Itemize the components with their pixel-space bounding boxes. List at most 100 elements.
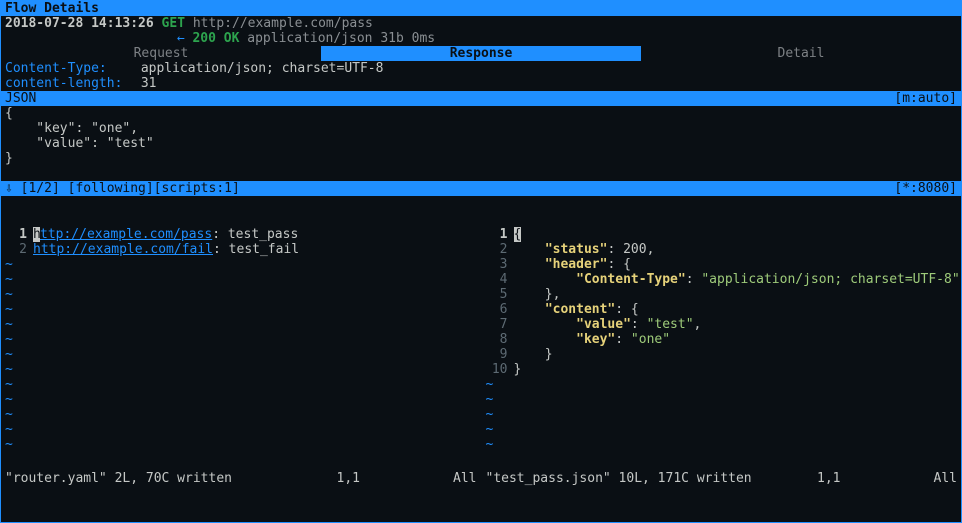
buffer-empty: ~ bbox=[486, 392, 958, 407]
buffer-line: 6 "content": { bbox=[486, 302, 958, 317]
status-pos: 1,1 bbox=[817, 471, 917, 486]
buffer-line: 7 "value": "test", bbox=[486, 317, 958, 332]
line-number: 5 bbox=[486, 287, 508, 302]
buffer-empty: ~ bbox=[5, 272, 477, 287]
json-key: "content" bbox=[545, 302, 615, 317]
buffer-empty: ~ bbox=[5, 347, 477, 362]
flow-url: http://example.com/pass bbox=[193, 16, 373, 31]
buffer-line: 2 http://example.com/fail: test_fail bbox=[5, 242, 477, 257]
buffer-line: 2 "status": 200, bbox=[486, 242, 958, 257]
body-format-label: JSON bbox=[5, 91, 36, 106]
cursor: { bbox=[514, 227, 521, 242]
tab-detail[interactable]: Detail bbox=[641, 46, 961, 61]
buffer-line: 1{ bbox=[486, 227, 958, 242]
status-msg: "router.yaml" 2L, 70C written bbox=[5, 471, 337, 486]
flow-method: GET bbox=[162, 16, 185, 31]
status-pct: All bbox=[437, 471, 477, 486]
editor-split: 1http://example.com/pass: test_pass2http… bbox=[1, 226, 961, 486]
json-string: "one" bbox=[631, 332, 670, 347]
json-punct: }, bbox=[514, 287, 561, 302]
line-number: 8 bbox=[486, 332, 508, 347]
json-punct: } bbox=[514, 347, 553, 362]
line-number: 4 bbox=[486, 272, 508, 287]
status-left: ⇩ [1/2] [following][scripts:1] bbox=[5, 181, 240, 196]
cursor: h bbox=[33, 227, 40, 242]
body-format-bar: JSON [m:auto] bbox=[1, 91, 961, 106]
response-body: { "key": "one", "value": "test" } bbox=[1, 106, 961, 181]
line-rest: : test_fail bbox=[213, 242, 299, 257]
buffer-line: 8 "key": "one" bbox=[486, 332, 958, 347]
vim-status-right: "test_pass.json" 10L, 171C written 1,1 A… bbox=[482, 471, 962, 486]
header-value: application/json; charset=UTF-8 bbox=[141, 61, 384, 76]
vim-status-left: "router.yaml" 2L, 70C written 1,1 All bbox=[1, 471, 481, 486]
buffer-empty: ~ bbox=[5, 332, 477, 347]
buffer-empty: ~ bbox=[5, 302, 477, 317]
buffer-empty: ~ bbox=[5, 407, 477, 422]
line-number: 3 bbox=[486, 257, 508, 272]
url-text: http://example.com/fail bbox=[33, 242, 213, 257]
header-key: content-length: bbox=[5, 76, 133, 91]
mitm-status-bar: ⇩ [1/2] [following][scripts:1] [*:8080] bbox=[1, 181, 961, 196]
buffer-empty: ~ bbox=[5, 362, 477, 377]
flow-status: 200 OK bbox=[192, 31, 239, 46]
buffer-empty: ~ bbox=[5, 377, 477, 392]
json-key: "key" bbox=[576, 332, 615, 347]
buffer-empty: ~ bbox=[486, 437, 958, 452]
flow-summary: 2018-07-28 14:13:26 GET http://example.c… bbox=[1, 16, 961, 31]
flow-timestamp: 2018-07-28 14:13:26 bbox=[5, 16, 154, 31]
json-key: "header" bbox=[545, 257, 608, 272]
header-row: content-length: 31 bbox=[1, 76, 961, 91]
line-number: 1 bbox=[5, 227, 27, 242]
flow-response-line: ← 200 OK application/json 31b 0ms bbox=[1, 31, 961, 46]
detail-tabs: Request Response Detail bbox=[1, 46, 961, 61]
json-string: "application/json; charset=UTF-8" bbox=[701, 272, 959, 287]
buffer-line: 3 "header": { bbox=[486, 257, 958, 272]
status-pct: All bbox=[917, 471, 957, 486]
buffer-empty: ~ bbox=[486, 377, 958, 392]
buffer-line: 10} bbox=[486, 362, 958, 377]
json-key: "Content-Type" bbox=[576, 272, 686, 287]
line-number: 6 bbox=[486, 302, 508, 317]
line-number: 10 bbox=[486, 362, 508, 377]
status-right: [*:8080] bbox=[894, 181, 957, 196]
header-row: Content-Type: application/json; charset=… bbox=[1, 61, 961, 76]
separator bbox=[1, 196, 961, 226]
buffer-empty: ~ bbox=[5, 422, 477, 437]
line-number: 2 bbox=[5, 242, 27, 257]
buffer-empty: ~ bbox=[5, 437, 477, 452]
buffer-right[interactable]: 1{2 "status": 200,3 "header": {4 "Conten… bbox=[482, 227, 962, 471]
header-value: 31 bbox=[141, 76, 157, 91]
json-string: "test" bbox=[647, 317, 694, 332]
buffer-line: 9 } bbox=[486, 347, 958, 362]
editor-pane-right[interactable]: 1{2 "status": 200,3 "header": {4 "Conten… bbox=[481, 227, 962, 486]
line-number: 9 bbox=[486, 347, 508, 362]
buffer-line: 5 }, bbox=[486, 287, 958, 302]
buffer-empty: ~ bbox=[5, 287, 477, 302]
buffer-line: 1http://example.com/pass: test_pass bbox=[5, 227, 477, 242]
line-rest: : test_pass bbox=[212, 227, 298, 242]
buffer-empty: ~ bbox=[5, 317, 477, 332]
status-pos: 1,1 bbox=[337, 471, 437, 486]
json-number: 200 bbox=[623, 242, 646, 257]
editor-pane-left[interactable]: 1http://example.com/pass: test_pass2http… bbox=[1, 227, 481, 486]
tab-request[interactable]: Request bbox=[1, 46, 321, 61]
buffer-empty: ~ bbox=[486, 407, 958, 422]
header-key: Content-Type: bbox=[5, 61, 133, 76]
flow-resp-meta: application/json 31b 0ms bbox=[247, 31, 435, 46]
body-format-mode[interactable]: [m:auto] bbox=[894, 91, 957, 106]
buffer-empty: ~ bbox=[486, 422, 958, 437]
arrow-icon: ← bbox=[177, 31, 185, 46]
url-text: ttp://example.com/pass bbox=[40, 227, 212, 242]
buffer-left[interactable]: 1http://example.com/pass: test_pass2http… bbox=[1, 227, 481, 471]
json-key: "value" bbox=[576, 317, 631, 332]
line-number: 7 bbox=[486, 317, 508, 332]
line-number: 2 bbox=[486, 242, 508, 257]
status-msg: "test_pass.json" 10L, 171C written bbox=[486, 471, 818, 486]
panel-title: Flow Details bbox=[1, 1, 961, 16]
tab-response[interactable]: Response bbox=[321, 46, 641, 61]
buffer-empty: ~ bbox=[5, 392, 477, 407]
json-punct: } bbox=[514, 362, 522, 377]
line-number: 1 bbox=[486, 227, 508, 242]
buffer-empty: ~ bbox=[5, 257, 477, 272]
buffer-line: 4 "Content-Type": "application/json; cha… bbox=[486, 272, 958, 287]
